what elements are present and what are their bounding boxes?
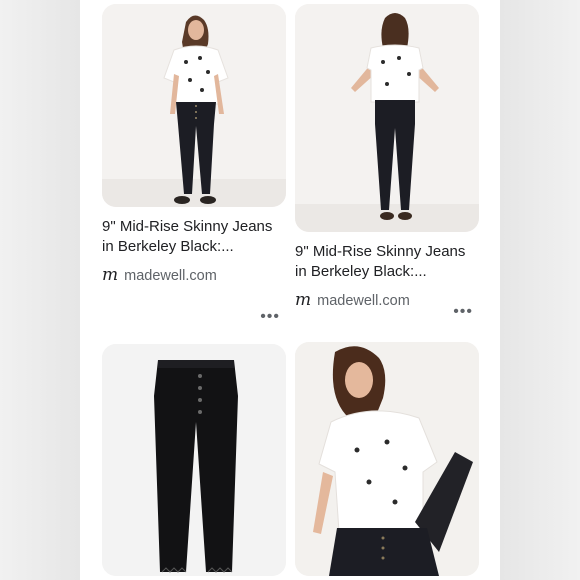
source-domain: madewell.com <box>317 292 410 309</box>
result-card[interactable] <box>102 344 286 576</box>
result-title-line1: 9" Mid-Rise Skinny Jeans <box>102 218 273 235</box>
model-front-image <box>102 4 286 207</box>
result-card[interactable] <box>295 342 479 576</box>
madewell-logo-icon: m <box>295 290 312 310</box>
result-thumbnail[interactable] <box>102 344 286 576</box>
result-thumbnail[interactable] <box>295 342 479 576</box>
result-card[interactable]: 9" Mid-Rise Skinny Jeans in Berkeley Bla… <box>102 4 286 325</box>
more-options-icon[interactable]: ••• <box>260 309 280 325</box>
result-title-line2: in Berkeley Black:... <box>102 238 234 255</box>
more-options-icon[interactable]: ••• <box>453 304 473 320</box>
result-title[interactable]: 9" Mid-Rise Skinny Jeans in Berkeley Bla… <box>295 242 485 282</box>
model-back-image <box>295 4 479 232</box>
source-domain: madewell.com <box>124 267 217 284</box>
result-source[interactable]: m madewell.com <box>295 292 479 309</box>
madewell-logo-icon: m <box>102 265 119 285</box>
model-seated-image <box>295 342 479 576</box>
result-source[interactable]: m madewell.com <box>102 267 286 284</box>
result-title[interactable]: 9" Mid-Rise Skinny Jeans in Berkeley Bla… <box>102 217 292 257</box>
result-thumbnail[interactable] <box>295 4 479 232</box>
result-card[interactable]: 9" Mid-Rise Skinny Jeans in Berkeley Bla… <box>295 4 479 320</box>
result-title-line2: in Berkeley Black:... <box>295 263 427 280</box>
jeans-flat-image <box>102 344 286 576</box>
result-title-line1: 9" Mid-Rise Skinny Jeans <box>295 243 466 260</box>
image-results-grid: 9" Mid-Rise Skinny Jeans in Berkeley Bla… <box>80 0 500 580</box>
left-margin <box>0 0 80 580</box>
right-margin <box>500 0 580 580</box>
result-thumbnail[interactable] <box>102 4 286 207</box>
